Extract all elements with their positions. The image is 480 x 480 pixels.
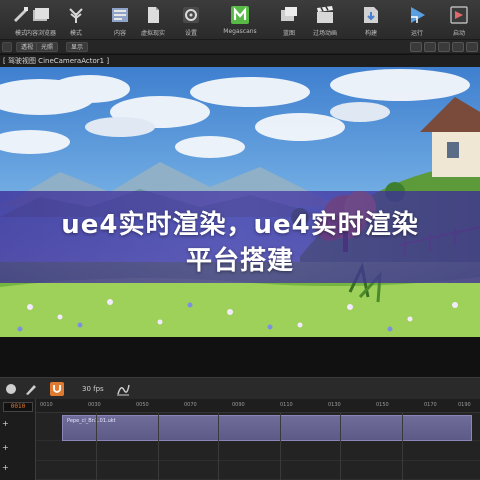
viewport-angle-toggle[interactable] <box>438 42 450 52</box>
camera-cut-clip[interactable]: Pepe_cl_Bn1.01.ukt <box>62 415 472 441</box>
toolbar-button-play[interactable]: 运行 <box>398 2 436 38</box>
timeline-gridline <box>280 413 281 480</box>
timeline-gridline <box>96 413 97 480</box>
play-icon <box>411 7 425 23</box>
foliage-icon <box>69 8 83 23</box>
pencil-icon[interactable] <box>24 382 38 396</box>
sequencer-toolbar: 30 fps <box>0 377 480 399</box>
viewport-options-button[interactable] <box>2 42 12 52</box>
viewport-lit-button[interactable]: 光照 <box>36 42 59 52</box>
track-row[interactable] <box>36 461 480 480</box>
blueprint-icon <box>148 7 159 23</box>
viewport-grid-toggle[interactable] <box>424 42 436 52</box>
viewport-show-button[interactable]: 显示 <box>66 42 89 52</box>
ruler-tick: 0110 <box>280 402 293 408</box>
ruler-tick: 0010 <box>40 402 53 408</box>
main-toolbar: 模式 内容浏览器 模式 内容 虚拟现实 设置 Megascans 蓝图 过场动画… <box>0 0 480 40</box>
toolbar-button-settings[interactable]: 设置 <box>172 2 210 38</box>
snap-magnet-icon[interactable] <box>50 382 64 396</box>
record-icon[interactable] <box>4 382 18 396</box>
ruler-tick: 0070 <box>184 402 197 408</box>
ruler-tick: 0090 <box>232 402 245 408</box>
ruler-tick: 0190 <box>458 402 471 408</box>
timeline-gridline <box>402 413 403 480</box>
track-row[interactable] <box>36 441 480 461</box>
add-track-button[interactable]: + <box>2 419 9 429</box>
viewport-header: 透视 光照 显示 <box>0 40 480 54</box>
toolbar-button-megascans[interactable]: Megascans <box>221 2 259 38</box>
content-icon <box>112 8 128 22</box>
ruler-tick: 0170 <box>424 402 437 408</box>
toolbar-button-cinematics[interactable]: 过场动画 <box>306 2 344 38</box>
pilot-camera-bar: [ 驾驶视图 CineCameraActor1 ] <box>0 55 480 67</box>
content-browser-icon <box>33 8 49 21</box>
timeline-gridline <box>158 413 159 480</box>
launch-icon <box>450 6 468 24</box>
ruler-tick: 0030 <box>88 402 101 408</box>
cinematics-icon <box>317 6 333 23</box>
ruler-tick: 0050 <box>136 402 149 408</box>
viewport-scale-toggle[interactable] <box>452 42 464 52</box>
add-track-button[interactable]: + <box>2 443 9 453</box>
toolbar-button-foliage[interactable]: 模式 <box>57 2 95 38</box>
current-frame[interactable]: 0010 <box>3 402 33 412</box>
fps-dropdown[interactable]: 30 fps <box>82 383 104 395</box>
build-icon <box>364 7 378 23</box>
clip-label: Pepe_cl_Bn1.01.ukt <box>67 418 116 424</box>
blueprint-editor-icon <box>281 7 297 21</box>
timeline-ruler[interactable]: 0010 0030 0050 0070 0090 0110 0130 0150 … <box>36 399 480 413</box>
toolbar-button-launch[interactable]: 启动 <box>440 2 478 38</box>
viewport-snap-toggle[interactable] <box>410 42 422 52</box>
ruler-tick: 0150 <box>376 402 389 408</box>
timeline-gridline <box>340 413 341 480</box>
page-title-line-2: 平台搭建 <box>185 246 294 276</box>
curve-editor-icon[interactable] <box>116 382 130 396</box>
viewport-perspective-button[interactable]: 透视 <box>16 42 39 52</box>
page-title-line-1: ue4实时渲染，ue4实时渲染 <box>61 210 419 240</box>
megascans-icon <box>231 6 249 24</box>
pilot-camera-label: [ 驾驶视图 CineCameraActor1 ] <box>3 57 110 65</box>
timeline-gridline <box>218 413 219 480</box>
ruler-tick: 0130 <box>328 402 341 408</box>
viewport-letterbox <box>0 337 480 377</box>
settings-icon <box>183 7 199 23</box>
add-track-button[interactable]: + <box>2 463 9 473</box>
toolbar-button-build[interactable]: 构建 <box>352 2 390 38</box>
viewport-maximize-button[interactable] <box>466 42 478 52</box>
